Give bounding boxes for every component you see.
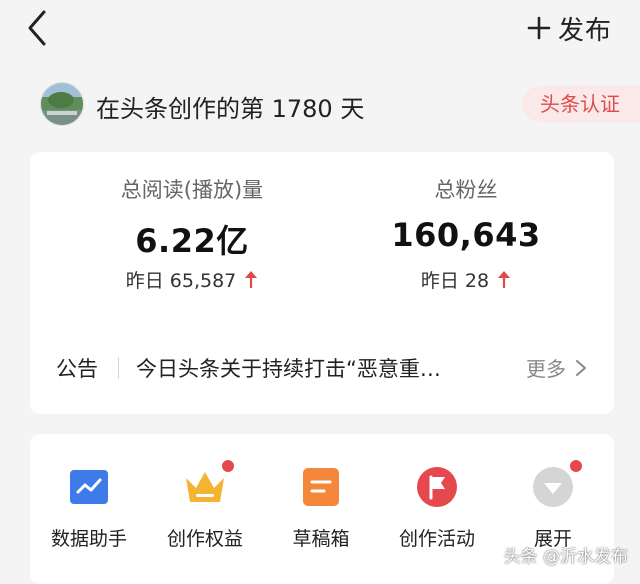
tool-label: 创作活动 <box>398 528 475 550</box>
notice-divider <box>118 357 119 379</box>
notice-title: 公告 <box>56 357 98 381</box>
reads-label: 总阅读(播放)量 <box>120 178 264 202</box>
tool-label: 数据助手 <box>50 528 127 550</box>
avatar-image <box>41 83 83 125</box>
reads-stat[interactable]: 总阅读(播放)量 6.22亿 昨日 65,587 <box>62 174 322 293</box>
notification-dot <box>220 458 236 474</box>
draft-box-icon <box>303 468 339 506</box>
reads-yesterday: 昨日 65,587 <box>125 270 237 292</box>
data-chart-icon <box>70 470 108 504</box>
publish-button[interactable]: 发布 <box>526 8 612 48</box>
fans-yesterday: 昨日 28 <box>420 270 490 292</box>
tool-label: 草稿箱 <box>292 528 350 550</box>
top-bar: 发布 <box>0 0 640 64</box>
stats-card: 总阅读(播放)量 6.22亿 昨日 65,587 总粉丝 160,643 昨日 … <box>30 152 614 414</box>
watermark: 头条 @沂水发布 <box>503 547 628 567</box>
fans-yesterday-row: 昨日 28 <box>336 266 596 293</box>
fans-stat[interactable]: 总粉丝 160,643 昨日 28 <box>336 174 596 293</box>
tool-expand[interactable]: 展开 <box>498 458 608 551</box>
notification-dot <box>568 458 584 474</box>
plus-icon <box>527 16 551 40</box>
tool-draft-box[interactable]: 草稿箱 <box>266 464 376 551</box>
fans-value: 160,643 <box>391 216 541 254</box>
more-link[interactable]: 更多 <box>526 353 588 382</box>
avatar[interactable] <box>40 82 84 126</box>
chevron-left-icon <box>28 10 46 46</box>
back-button[interactable] <box>20 6 60 50</box>
chevron-right-icon <box>576 359 586 376</box>
notice-text[interactable]: 今日头条关于持续打击“恶意重… <box>136 353 486 383</box>
arrow-up-icon <box>245 270 258 288</box>
tool-label: 创作权益 <box>166 528 243 550</box>
arrow-up-icon <box>498 270 511 288</box>
fans-label: 总粉丝 <box>434 178 498 202</box>
tool-data-assistant[interactable]: 数据助手 <box>34 464 144 551</box>
creator-row: 在头条创作的第 1780 天 头条认证 <box>0 74 640 136</box>
more-label: 更多 <box>526 357 566 381</box>
notice-bar[interactable]: 公告 今日头条关于持续打击“恶意重… 更多 <box>30 344 614 390</box>
tool-creator-rights[interactable]: 创作权益 <box>150 458 260 551</box>
creator-days-text: 在头条创作的第 1780 天 <box>96 95 365 123</box>
tool-creation-activity[interactable]: 创作活动 <box>382 464 492 551</box>
flag-icon <box>417 467 457 507</box>
reads-yesterday-row: 昨日 65,587 <box>62 266 322 293</box>
reads-value: 6.22亿 <box>135 222 249 260</box>
publish-label: 发布 <box>557 15 612 46</box>
cert-badge[interactable]: 头条认证 <box>522 86 640 122</box>
